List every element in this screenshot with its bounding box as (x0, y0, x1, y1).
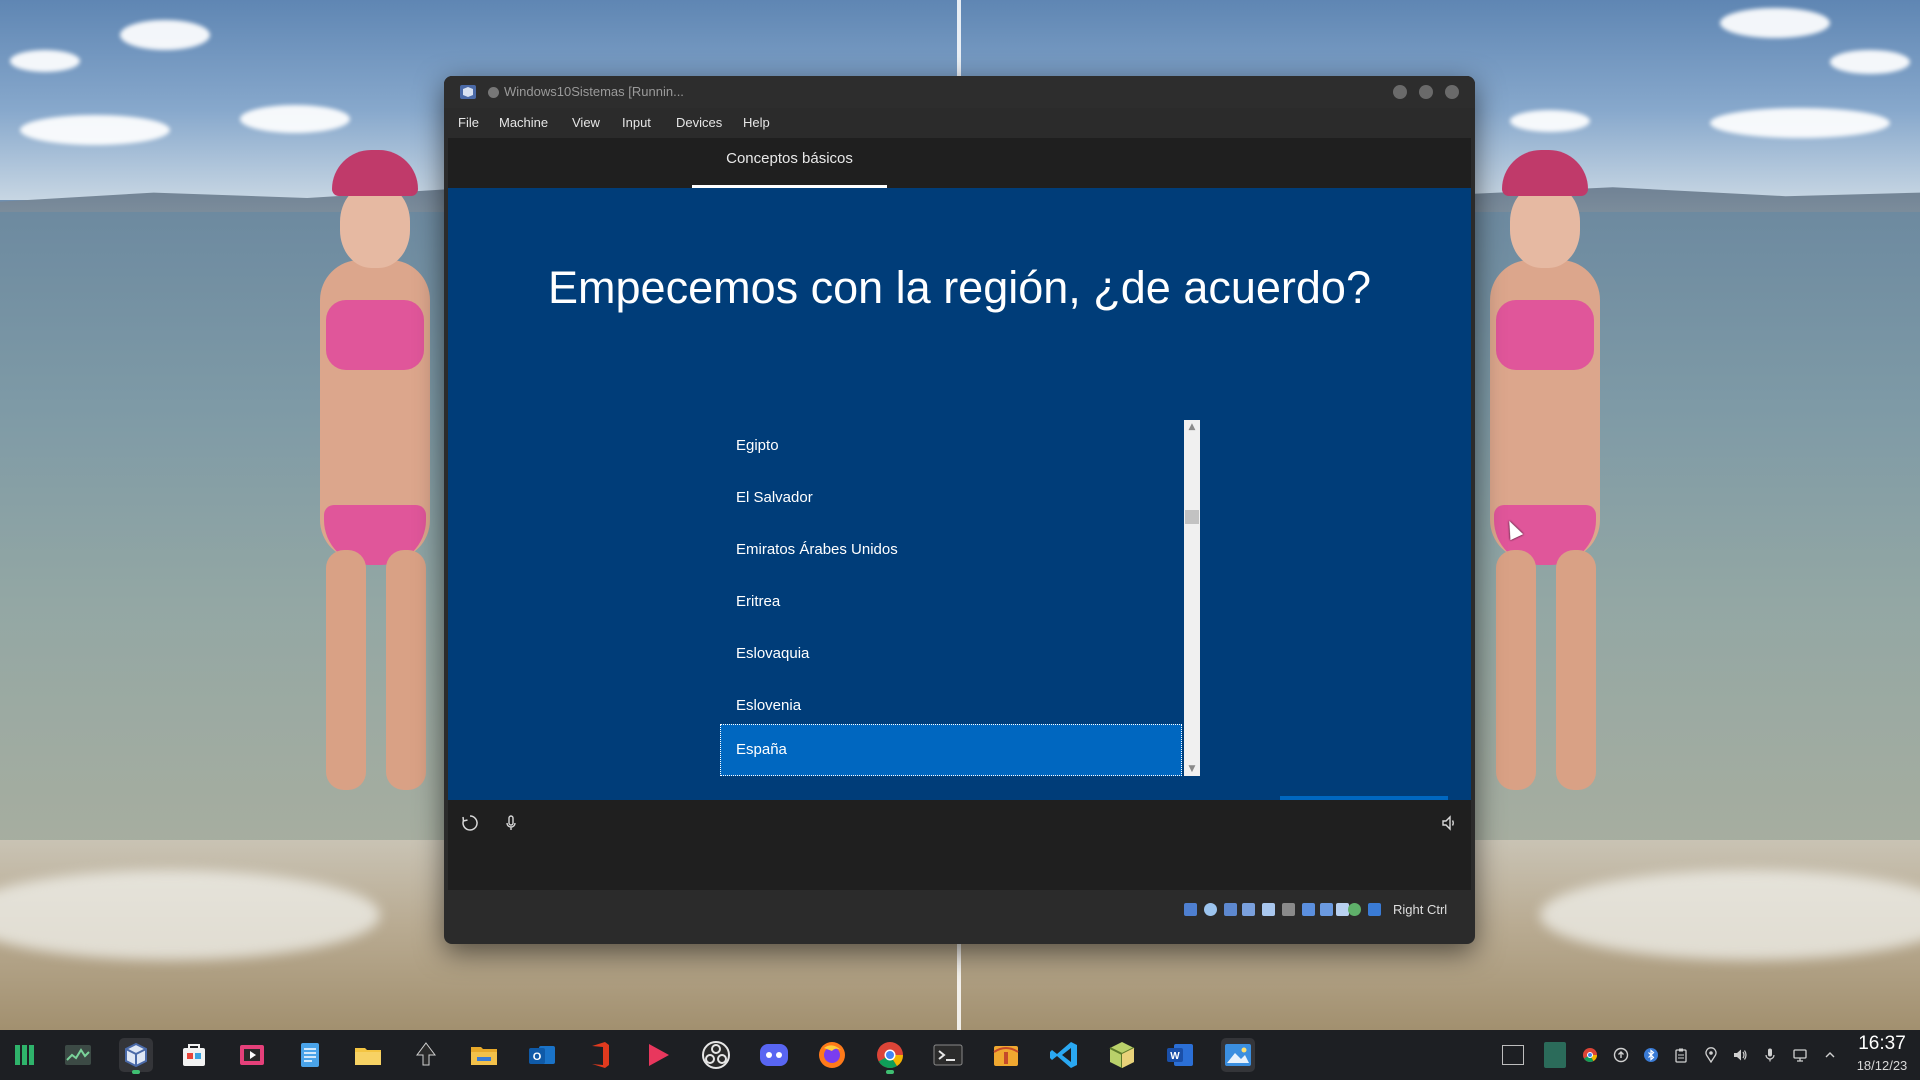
guest-additions-icon[interactable] (1348, 903, 1361, 916)
wallpaper-cloud (1710, 108, 1890, 138)
maximize-button[interactable] (1419, 85, 1433, 99)
media-player-icon[interactable] (641, 1038, 675, 1072)
region-list-item[interactable]: Emiratos Árabes Unidos (720, 524, 1182, 576)
wallpaper-cloud (240, 105, 350, 133)
microphone-tray-icon[interactable] (1762, 1047, 1778, 1063)
menu-input[interactable]: Input (622, 115, 651, 130)
image-viewer-icon[interactable] (1221, 1038, 1255, 1072)
minimize-button[interactable] (1393, 85, 1407, 99)
virtualbox-icon (460, 85, 476, 99)
tab-basics: Conceptos básicos (692, 138, 887, 188)
show-desktop-icon[interactable] (1502, 1045, 1524, 1065)
oobe-tab-bar: Conceptos básicos (448, 138, 1471, 188)
display-icon[interactable] (1302, 903, 1315, 916)
firefox-icon[interactable] (815, 1038, 849, 1072)
system-monitor-icon[interactable] (61, 1038, 95, 1072)
vscode-icon[interactable] (1047, 1038, 1081, 1072)
wallpaper-person-left (290, 150, 460, 790)
virtualbox-taskbar-icon[interactable] (119, 1038, 153, 1074)
menu-view[interactable]: View (572, 115, 600, 130)
clock-date[interactable]: 18/12/23 (1848, 1058, 1916, 1073)
svg-text:W: W (1170, 1051, 1180, 1062)
region-list-scrollbar[interactable]: ▲ ▼ (1184, 420, 1200, 776)
wallpaper-cloud (20, 115, 170, 145)
location-icon[interactable] (1703, 1047, 1719, 1064)
menu-devices[interactable]: Devices (676, 115, 722, 130)
text-editor-icon[interactable] (293, 1038, 327, 1072)
title-bar[interactable]: Windows10Sistemas [Runnin... (444, 76, 1475, 108)
app-launcher-icon[interactable] (8, 1038, 42, 1072)
menu-machine[interactable]: Machine (499, 115, 548, 130)
network-icon[interactable] (1792, 1047, 1808, 1063)
clock-time[interactable]: 16:37 (1848, 1033, 1916, 1055)
accessibility-icon[interactable] (459, 814, 481, 836)
scroll-up-icon[interactable]: ▲ (1184, 420, 1200, 434)
wallpaper-cloud (1830, 50, 1910, 74)
window-title: Windows10Sistemas [Runnin... (504, 84, 684, 99)
wallpaper-cloud (1510, 110, 1590, 132)
wallpaper-cloud (10, 50, 80, 72)
expand-tray-icon[interactable] (1822, 1047, 1838, 1063)
usb-icon[interactable] (1262, 903, 1275, 916)
wallpaper-cloud (120, 20, 210, 50)
bluetooth-icon[interactable] (1643, 1047, 1659, 1063)
recording-icon[interactable] (1320, 903, 1333, 916)
folder-icon[interactable] (351, 1038, 385, 1072)
menu-file[interactable]: File (458, 115, 479, 130)
file-manager-icon[interactable] (467, 1038, 501, 1072)
oobe-footer (448, 800, 1471, 850)
scroll-down-icon[interactable]: ▼ (1184, 762, 1200, 776)
terminal-icon[interactable] (931, 1038, 965, 1072)
running-indicator (132, 1070, 140, 1074)
oobe-main-panel: Empecemos con la región, ¿de acuerdo? Eg… (448, 188, 1471, 836)
virtualbox-window: Windows10Sistemas [Runnin... File Machin… (444, 76, 1475, 944)
discord-icon[interactable] (757, 1038, 791, 1072)
region-list-item[interactable]: Eslovaquia (720, 628, 1182, 680)
package-manager-icon[interactable] (1105, 1038, 1139, 1072)
clipboard-icon[interactable] (1673, 1047, 1689, 1063)
volume-icon[interactable] (1438, 814, 1460, 836)
close-button[interactable] (1445, 85, 1459, 99)
shared-folders-icon[interactable] (1282, 903, 1295, 916)
optical-drive-icon[interactable] (1204, 903, 1217, 916)
host-key-label: Right Ctrl (1393, 902, 1448, 917)
region-list-item-selected[interactable]: España (720, 724, 1182, 776)
title-status-dot (488, 87, 499, 98)
software-store-icon[interactable] (177, 1038, 211, 1072)
guest-display[interactable]: Conceptos básicos Empecemos con la regió… (448, 138, 1471, 890)
wallpaper-cloud (1720, 8, 1830, 38)
obs-icon[interactable] (699, 1038, 733, 1072)
network-icon[interactable] (1242, 903, 1255, 916)
svg-text:O: O (533, 1051, 542, 1063)
keyboard-capture-icon[interactable] (1368, 903, 1381, 916)
word-icon[interactable]: W (1163, 1038, 1197, 1072)
region-list-item[interactable]: El Salvador (720, 472, 1182, 524)
archive-manager-icon[interactable] (989, 1038, 1023, 1072)
video-player-icon[interactable] (235, 1038, 269, 1072)
region-list-item[interactable]: Egipto (720, 420, 1182, 472)
taskbar: O W 16:37 18/12/23 (0, 1030, 1920, 1080)
update-icon[interactable] (1613, 1047, 1629, 1063)
virtual-desktop-icon[interactable] (1544, 1042, 1566, 1068)
outlook-icon[interactable]: O (525, 1038, 559, 1072)
hard-disk-icon[interactable] (1184, 903, 1197, 916)
wallpaper-person-right (1460, 150, 1630, 790)
volume-tray-icon[interactable] (1732, 1047, 1748, 1063)
inkscape-icon[interactable] (409, 1038, 443, 1072)
menu-bar: File Machine View Input Devices Help (444, 108, 1475, 138)
chrome-icon[interactable] (873, 1038, 907, 1074)
menu-help[interactable]: Help (743, 115, 770, 130)
region-list-item[interactable]: Eritrea (720, 576, 1182, 628)
vm-status-bar: Right Ctrl (444, 890, 1475, 930)
microphone-icon[interactable] (500, 814, 522, 836)
running-indicator (886, 1070, 894, 1074)
scroll-thumb[interactable] (1185, 510, 1199, 524)
office-icon[interactable] (583, 1038, 617, 1072)
page-title: Empecemos con la región, ¿de acuerdo? (548, 262, 1371, 313)
chrome-tray-icon[interactable] (1582, 1047, 1598, 1063)
audio-icon[interactable] (1224, 903, 1237, 916)
region-list[interactable]: Egipto El Salvador Emiratos Árabes Unido… (720, 420, 1200, 776)
